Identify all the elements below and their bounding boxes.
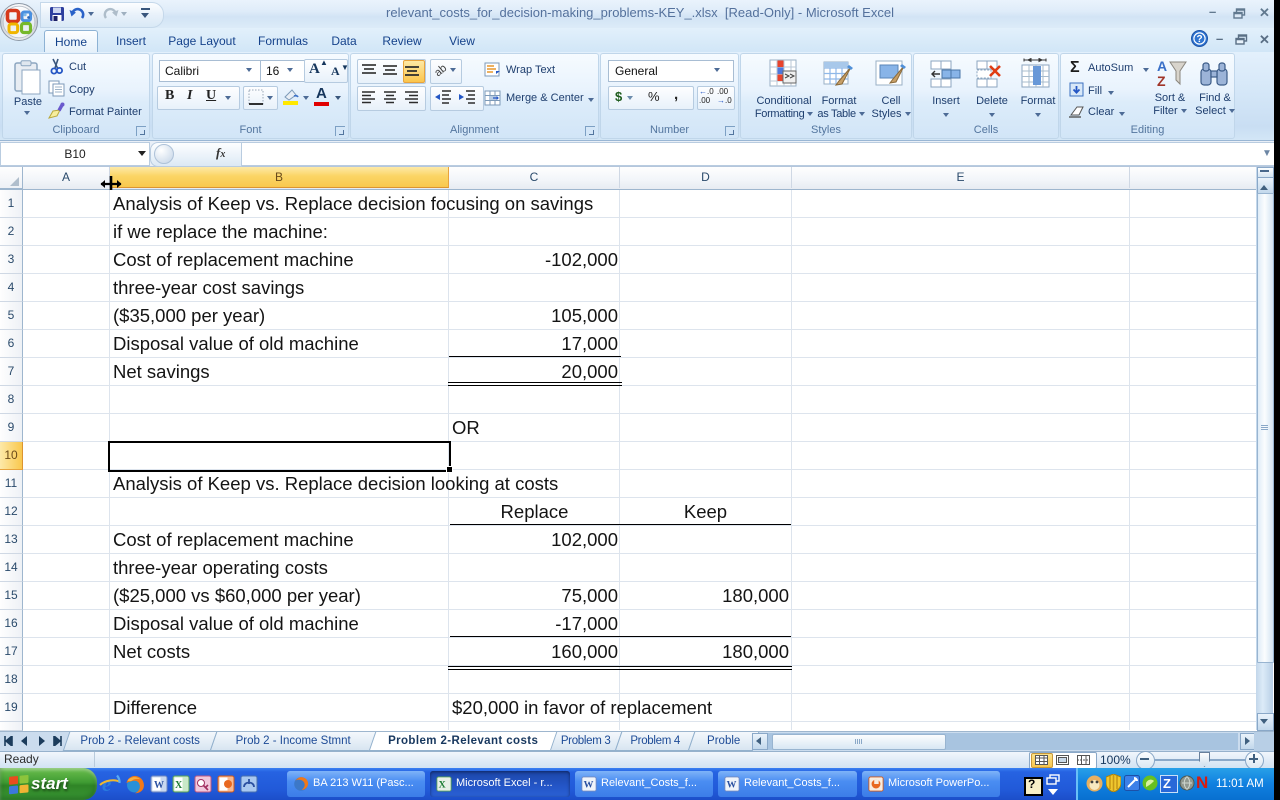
- svg-text:ab: ab: [434, 62, 448, 78]
- svg-text:A: A: [1157, 58, 1167, 74]
- svg-text:X: X: [439, 780, 446, 791]
- svg-text:W: W: [584, 780, 594, 791]
- svg-text:Z: Z: [1157, 73, 1166, 89]
- svg-text:X: X: [175, 780, 183, 791]
- svg-text:W: W: [154, 780, 164, 791]
- svg-text:?: ?: [1196, 34, 1202, 45]
- svg-text:W: W: [727, 780, 737, 791]
